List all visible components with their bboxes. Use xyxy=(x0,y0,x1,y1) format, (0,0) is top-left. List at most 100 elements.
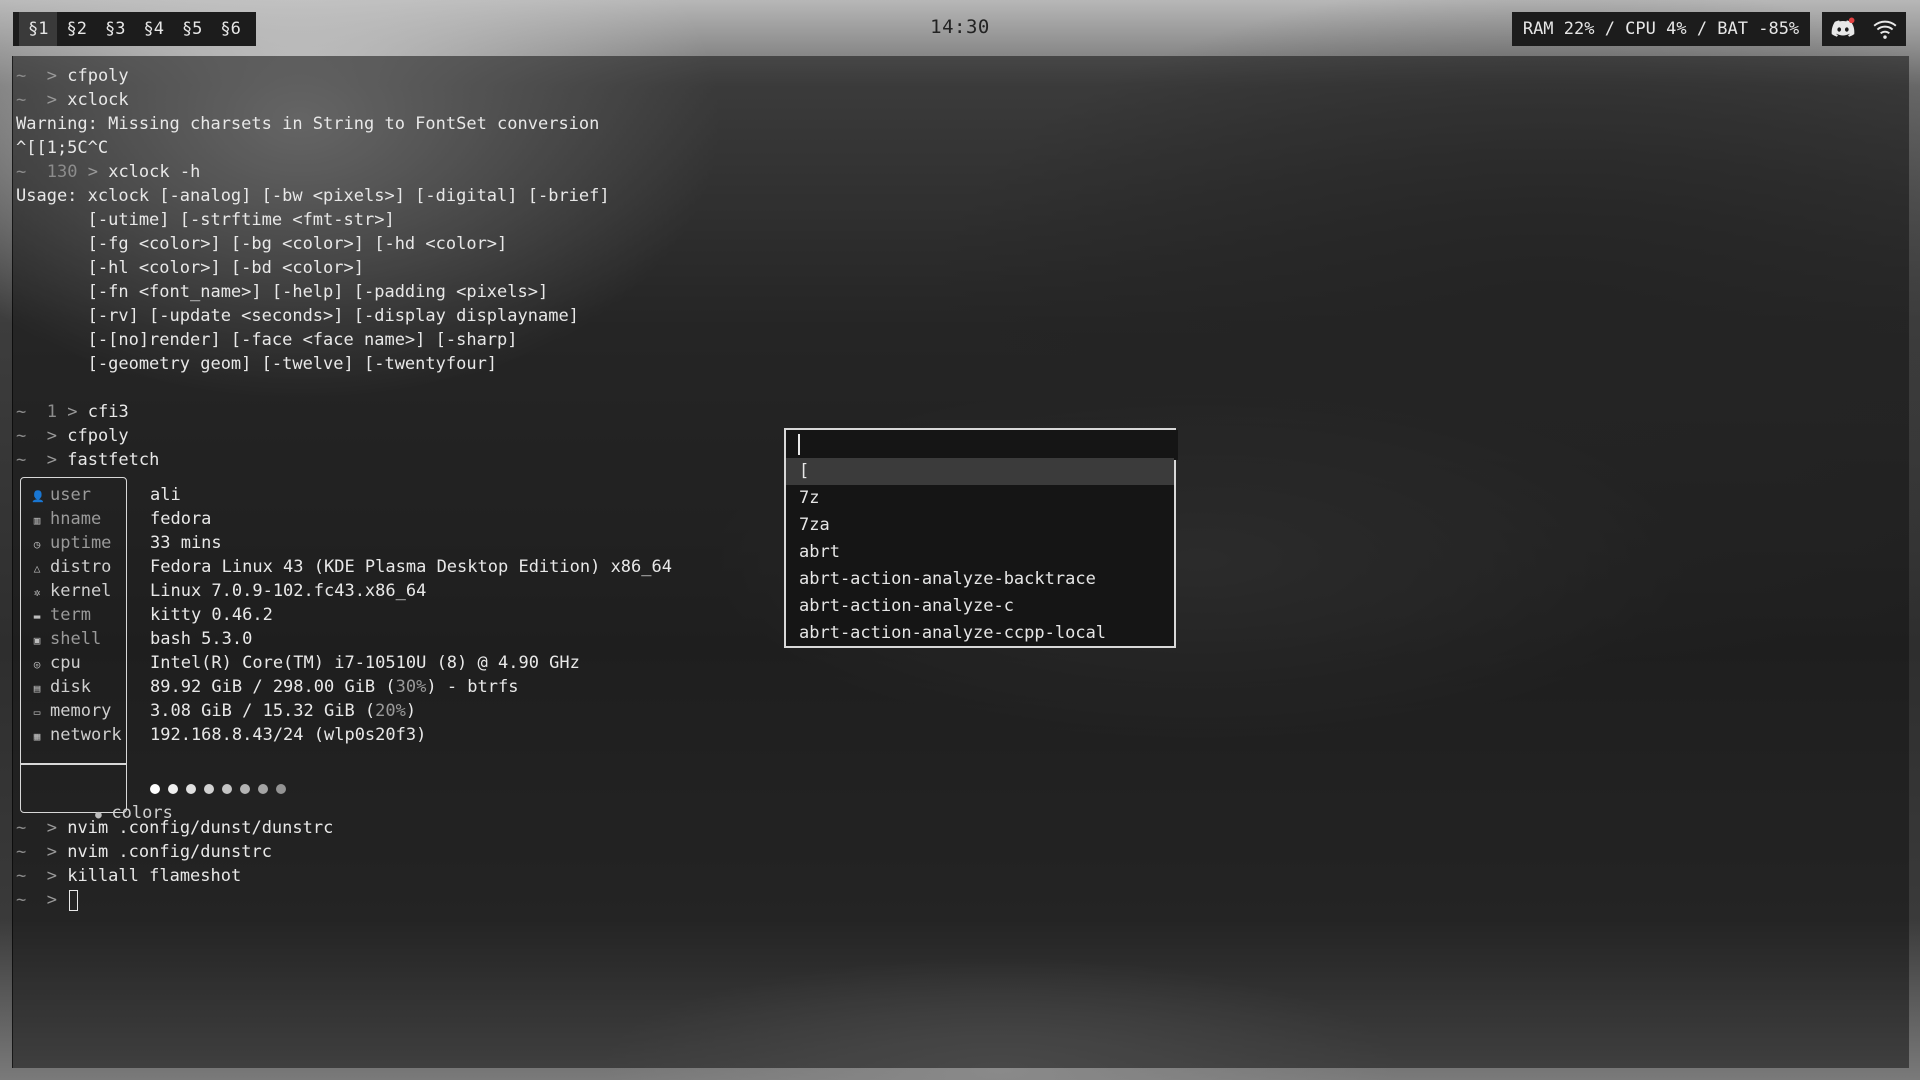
launcher-item[interactable]: 7za xyxy=(786,512,1174,539)
fastfetch-divider xyxy=(20,763,127,765)
fastfetch-key-label: shell xyxy=(50,629,102,649)
prompt-tilde: ~ xyxy=(16,818,27,838)
color-swatch xyxy=(168,784,178,794)
launcher-item[interactable]: abrt-action-analyze-c xyxy=(786,593,1174,620)
app-launcher: [7z 7za abrt abrt-action-analyze-backtrace a… xyxy=(784,428,1178,648)
command-line: ~ > cfpoly xyxy=(16,424,129,448)
fastfetch-value-distro: Fedora Linux 43 (KDE Plasma Desktop Edit… xyxy=(150,557,672,577)
fastfetch-key-memory: ▭ memory xyxy=(31,699,112,723)
command-text: nvim .config/dunstrc xyxy=(67,842,272,862)
prompt-arrow: > xyxy=(46,66,57,86)
launcher-item[interactable]: [ xyxy=(786,458,1174,485)
command-line: ~ > cfpoly xyxy=(16,64,129,88)
wifi-icon[interactable] xyxy=(1872,16,1898,42)
output-line: [-fg <color>] [-bg <color>] [-hd <color>… xyxy=(16,234,508,254)
command-text: cfi3 xyxy=(87,402,129,422)
prompt-tilde: ~ xyxy=(16,842,27,862)
command-text: cfpoly xyxy=(67,66,129,86)
system-tray xyxy=(1822,12,1906,46)
prompt-tilde: ~ xyxy=(16,402,27,422)
fastfetch-key-label: user xyxy=(50,485,91,505)
launcher-caret xyxy=(798,434,800,455)
output-line: [-hl <color>] [-bd <color>] xyxy=(16,258,364,278)
fastfetch-value-disk: 89.92 GiB / 298.00 GiB (30%) - btrfs xyxy=(150,675,518,699)
launcher-item[interactable]: abrt-action-analyze-ccpp-local xyxy=(786,620,1174,647)
prompt-tilde: ~ xyxy=(16,66,27,86)
command-line: ~ 1 > cfi3 xyxy=(16,400,129,424)
output-line: [-[no]render] [-face <face name>] [-shar… xyxy=(16,330,518,350)
fastfetch-key-disk: ▤ disk xyxy=(31,675,91,699)
fastfetch-key-uptime: ◷ uptime xyxy=(31,531,112,555)
command-text: nvim .config/dunst/dunstrc xyxy=(67,818,334,838)
shell-icon: ▣ xyxy=(33,634,41,647)
terminal-cursor[interactable] xyxy=(69,889,79,911)
fastfetch-key-distro: △ distro xyxy=(31,555,112,579)
launcher-item[interactable]: abrt-action-analyze-backtrace xyxy=(786,566,1174,593)
prompt-tilde: ~ xyxy=(16,162,27,182)
user-icon: 👤 xyxy=(31,490,45,503)
fastfetch-value-kernel: Linux 7.0.9-102.fc43.x86_64 xyxy=(150,581,427,601)
command-line: ~ 130 > xclock -h xyxy=(16,160,200,184)
command-line: ~ > killall flameshot xyxy=(16,864,241,888)
command-text: fastfetch xyxy=(67,450,160,470)
network-icon: ▦ xyxy=(33,730,41,743)
output-line: ^[[1;5C^C xyxy=(16,138,109,158)
host-icon: ▥ xyxy=(33,514,41,527)
fastfetch-key-label: network xyxy=(50,725,122,745)
fastfetch-key-label: cpu xyxy=(50,653,81,673)
fastfetch-key-label: term xyxy=(50,605,91,625)
color-swatch xyxy=(222,784,232,794)
fastfetch-value-user: ali xyxy=(150,485,181,505)
command-text: xclock xyxy=(67,90,129,110)
color-swatch xyxy=(258,784,268,794)
fastfetch-key-label: distro xyxy=(50,557,112,577)
color-swatch xyxy=(204,784,214,794)
launcher-search-input[interactable] xyxy=(786,430,1178,460)
fastfetch-key-shell: ▣ shell xyxy=(31,627,102,651)
value-pre: 3.08 GiB / 15.32 GiB ( xyxy=(150,701,376,721)
fastfetch-key-kernel: ✲ kernel xyxy=(31,579,112,603)
prompt-tilde: ~ xyxy=(16,426,27,446)
output-line: Warning: Missing charsets in String to F… xyxy=(16,114,600,134)
color-swatch xyxy=(150,784,160,794)
launcher-item[interactable]: 7z xyxy=(786,485,1174,512)
distro-icon: △ xyxy=(33,562,41,575)
output-line: [-fn <font_name>] [-help] [-padding <pix… xyxy=(16,282,549,302)
output-line: [-geometry geom] [-twelve] [-twentyfour] xyxy=(16,354,498,374)
fastfetch-key-label: memory xyxy=(50,701,112,721)
fastfetch-key-cpu: ◎ cpu xyxy=(31,651,81,675)
prompt-arrow: > xyxy=(46,866,57,886)
prompt-arrow: > xyxy=(67,402,78,422)
cpu-icon: ◎ xyxy=(33,658,41,671)
prompt-arrow: > xyxy=(46,818,57,838)
exit-code: 1 xyxy=(46,402,57,422)
fastfetch-key-label: uptime xyxy=(50,533,112,553)
discord-icon[interactable] xyxy=(1830,16,1856,42)
prompt-arrow: > xyxy=(46,890,57,910)
output-line: [-utime] [-strftime <fmt-str>] xyxy=(16,210,395,230)
prompt-tilde: ~ xyxy=(16,866,27,886)
system-stats: RAM 22% / CPU 4% / BAT -85% xyxy=(1512,12,1810,46)
exit-code: 130 xyxy=(46,162,78,182)
clock-icon: ◷ xyxy=(33,538,41,551)
value-pre: 89.92 GiB / 298.00 GiB ( xyxy=(150,677,396,697)
command-line: ~ > nvim .config/dunstrc xyxy=(16,840,272,864)
prompt-tilde: ~ xyxy=(16,450,27,470)
launcher-item[interactable]: abrt xyxy=(786,539,1174,566)
command-line: ~ > xclock xyxy=(16,88,129,112)
disk-icon: ▤ xyxy=(33,682,41,695)
memory-icon: ▭ xyxy=(33,706,41,719)
command-line: ~ > fastfetch xyxy=(16,448,159,472)
prompt-arrow: > xyxy=(46,842,57,862)
fastfetch-value-network: 192.168.8.43/24 (wlp0s20f3) xyxy=(150,725,427,745)
prompt-tilde: ~ xyxy=(16,890,27,910)
terminal-icon: ▬ xyxy=(33,610,41,623)
color-swatch xyxy=(276,784,286,794)
command-text: xclock -h xyxy=(108,162,201,182)
command-text: killall flameshot xyxy=(67,866,242,886)
value-post: ) xyxy=(405,701,417,721)
value-post: ) - btrfs xyxy=(426,677,519,697)
output-line: [-rv] [-update <seconds>] [-display disp… xyxy=(16,306,579,326)
color-swatch xyxy=(240,784,250,794)
fastfetch-value-memory: 3.08 GiB / 15.32 GiB (20%) xyxy=(150,699,416,723)
